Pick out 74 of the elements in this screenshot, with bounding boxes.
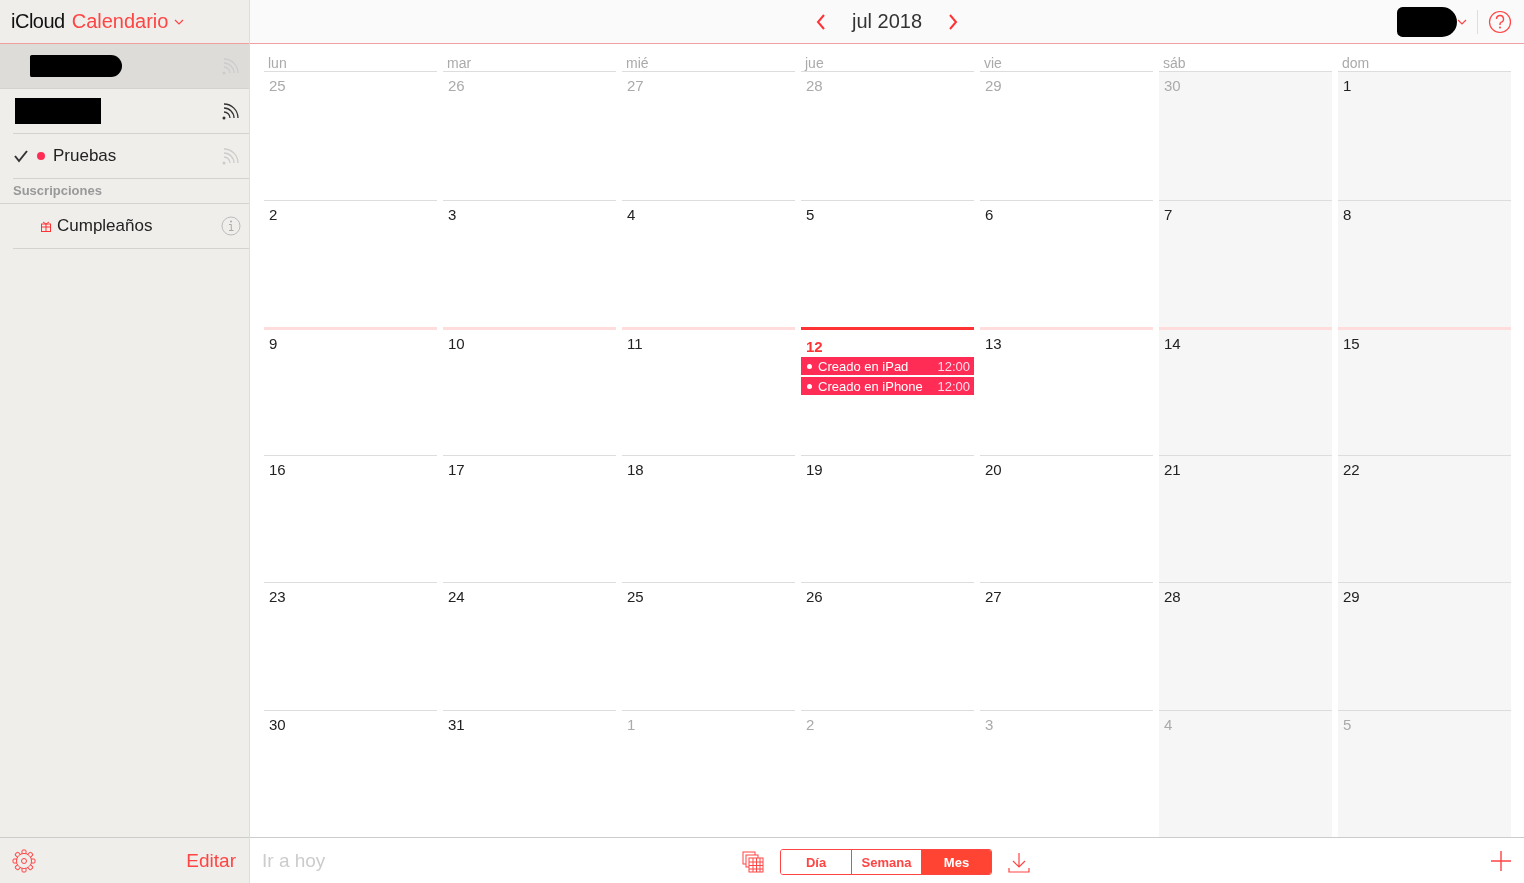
day-number: 25 [268, 77, 286, 94]
redaction-mark [1397, 7, 1457, 37]
brand-name: iCloud [11, 10, 65, 33]
calendar-item[interactable]: Cumpleaños [13, 204, 249, 249]
day-number: 31 [447, 715, 465, 733]
day-number: 13 [984, 335, 1002, 352]
day-number: 23 [268, 588, 286, 605]
settings-icon[interactable] [12, 848, 36, 873]
weekday-label: mié [622, 44, 795, 72]
day-number: 20 [984, 460, 1002, 478]
day-number: 5 [805, 205, 815, 223]
day-number: 5 [1342, 715, 1352, 733]
day-number: 3 [447, 205, 457, 223]
day-number: 2 [805, 715, 815, 733]
chevron-down-icon [1457, 19, 1467, 25]
account-menu[interactable] [1397, 7, 1467, 37]
day-number: 26 [805, 588, 823, 605]
gift-icon [41, 220, 51, 232]
day-number: 16 [268, 460, 286, 478]
month-title: jul 2018 [851, 10, 923, 33]
section-title: Suscripciones [0, 179, 249, 204]
day-number: 8 [1342, 205, 1352, 223]
weekday-label: lun [264, 44, 437, 72]
previous-icon[interactable] [815, 13, 826, 30]
day-number: 10 [447, 335, 465, 352]
calendar-item[interactable]: Pruebas [13, 134, 249, 179]
calendar-event[interactable]: Creado en iPhone 12:00 [801, 377, 974, 395]
day-number: 17 [447, 460, 465, 478]
broadcast-icon[interactable] [221, 101, 241, 121]
edit-button[interactable]: Editar [186, 849, 236, 872]
day-number: 7 [1163, 205, 1173, 223]
day-number: 1 [626, 715, 636, 733]
day-number: 12 [805, 338, 823, 355]
day-number: 18 [626, 460, 644, 478]
day-number: 11 [626, 335, 643, 352]
day-number: 14 [1163, 335, 1181, 352]
view-tab[interactable]: Mes [921, 850, 991, 874]
day-number: 30 [268, 715, 286, 733]
day-number: 1 [1342, 77, 1352, 94]
day-number: 19 [805, 460, 823, 478]
calendars-icon[interactable] [742, 851, 764, 873]
day-number: 4 [1163, 715, 1173, 733]
weekday-label: mar [443, 44, 616, 72]
day-number: 28 [1163, 588, 1181, 605]
download-icon[interactable] [1008, 851, 1030, 873]
day-number: 24 [447, 588, 465, 605]
add-icon[interactable] [1490, 849, 1512, 872]
weekday-label: jue [801, 44, 974, 72]
day-number: 4 [626, 205, 636, 223]
day-number: 3 [984, 715, 994, 733]
calendar-event[interactable]: Creado en iPad 12:00 [801, 357, 974, 375]
checkmark-icon[interactable] [13, 149, 29, 163]
day-number: 28 [805, 77, 823, 94]
app-menu[interactable]: Calendario [71, 10, 185, 33]
calendar-item[interactable] [0, 44, 249, 89]
day-number: 9 [268, 335, 278, 352]
day-number: 30 [1163, 77, 1181, 94]
day-number: 29 [1342, 588, 1360, 605]
day-number: 26 [447, 77, 465, 94]
day-number: 25 [626, 588, 644, 605]
day-number: 27 [626, 77, 644, 94]
day-number: 27 [984, 588, 1002, 605]
weekday-label: vie [980, 44, 1153, 72]
next-icon[interactable] [948, 13, 959, 30]
calendar-name: Cumpleaños [57, 216, 153, 236]
day-number: 2 [268, 205, 278, 223]
chevron-down-icon [174, 18, 185, 25]
day-number: 21 [1163, 460, 1181, 478]
calendar-name: Pruebas [53, 146, 117, 166]
day-number: 6 [984, 205, 994, 223]
help-icon[interactable] [1488, 10, 1512, 34]
day-number: 29 [984, 77, 1002, 94]
day-number: 22 [1342, 460, 1360, 478]
day-number: 15 [1342, 335, 1360, 352]
